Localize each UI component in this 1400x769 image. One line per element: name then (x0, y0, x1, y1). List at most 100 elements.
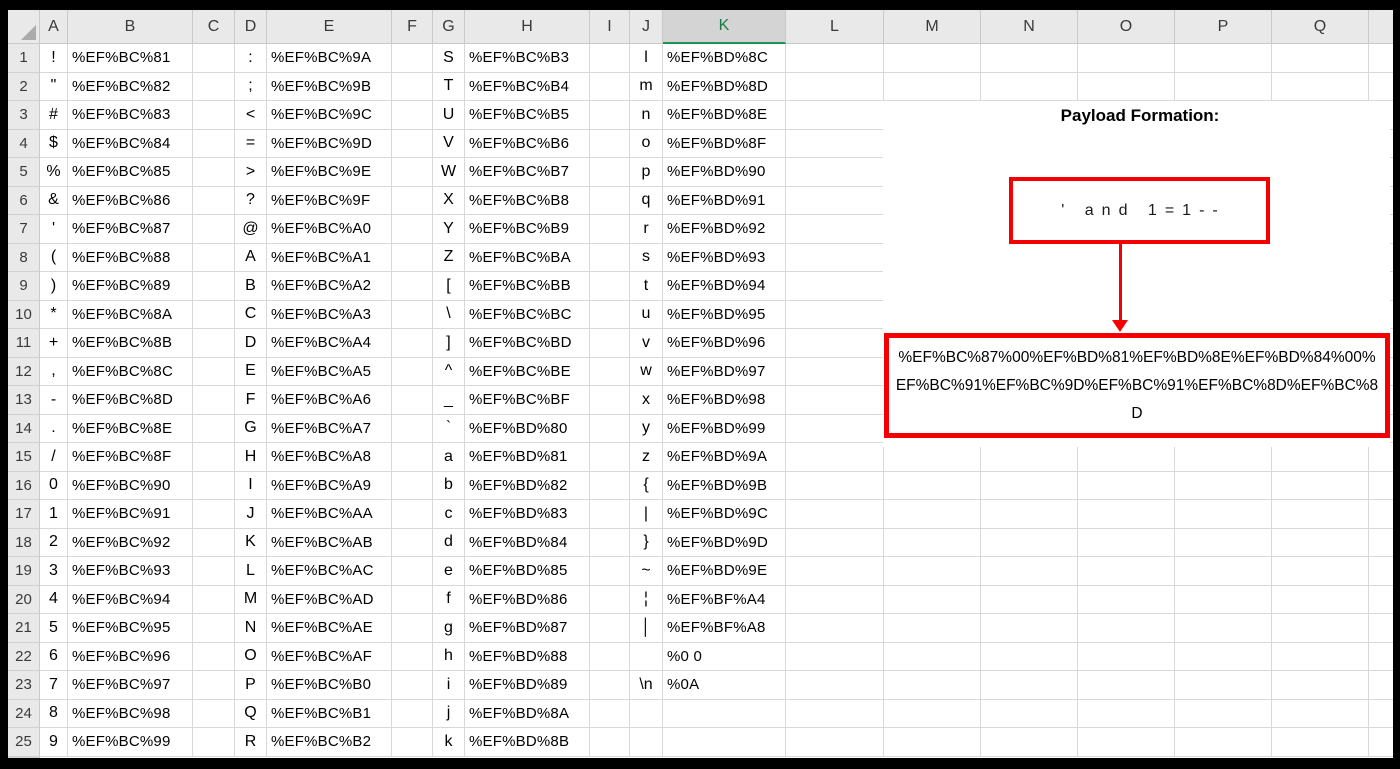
cell-Q24[interactable] (1272, 699, 1369, 728)
cell-N22[interactable] (981, 642, 1078, 671)
row-header-9[interactable]: 9 (8, 272, 40, 301)
cell-O17[interactable] (1078, 500, 1175, 529)
cell-C24[interactable] (193, 699, 235, 728)
cell-O21[interactable] (1078, 614, 1175, 643)
cell-K14[interactable]: %EF%BD%99 (663, 414, 786, 443)
cell-D1[interactable]: : (235, 44, 267, 73)
cell-H12[interactable]: %EF%BC%BE (465, 357, 590, 386)
cell-H19[interactable]: %EF%BD%85 (465, 557, 590, 586)
cell-N17[interactable] (981, 500, 1078, 529)
cell-C25[interactable] (193, 728, 235, 757)
payload-encoded-box[interactable]: %EF%BC%87%00%EF%BD%81%EF%BD%8E%EF%BD%84%… (884, 333, 1390, 438)
cell-K15[interactable]: %EF%BD%9A (663, 443, 786, 472)
cell-G23[interactable]: i (433, 671, 465, 700)
cell-M1[interactable] (884, 44, 981, 73)
cell-L24[interactable] (786, 699, 884, 728)
cell-D23[interactable]: P (235, 671, 267, 700)
cell-H18[interactable]: %EF%BD%84 (465, 528, 590, 557)
column-header-E[interactable]: E (267, 10, 392, 44)
cell-O18[interactable] (1078, 528, 1175, 557)
cell-J5[interactable]: p (630, 158, 663, 187)
cell-F10[interactable] (392, 300, 433, 329)
cell-A18[interactable]: 2 (40, 528, 68, 557)
column-header-I[interactable]: I (590, 10, 630, 44)
cell-B13[interactable]: %EF%BC%8D (68, 386, 193, 415)
cell-A10[interactable]: * (40, 300, 68, 329)
cell-I13[interactable] (590, 386, 630, 415)
cell-M17[interactable] (884, 500, 981, 529)
cell-E4[interactable]: %EF%BC%9D (267, 129, 392, 158)
cell-N18[interactable] (981, 528, 1078, 557)
cell-K24[interactable] (663, 699, 786, 728)
cell-L21[interactable] (786, 614, 884, 643)
cell-A25[interactable]: 9 (40, 728, 68, 757)
cell-K20[interactable]: %EF%BF%A4 (663, 585, 786, 614)
cell-H5[interactable]: %EF%BC%B7 (465, 158, 590, 187)
cell-J13[interactable]: x (630, 386, 663, 415)
cell-O2[interactable] (1078, 72, 1175, 101)
cell-M25[interactable] (884, 728, 981, 757)
column-header-O[interactable]: O (1078, 10, 1175, 44)
cell-G13[interactable]: _ (433, 386, 465, 415)
cell-I11[interactable] (590, 329, 630, 358)
cell-N2[interactable] (981, 72, 1078, 101)
row-header-22[interactable]: 22 (8, 642, 40, 671)
cell-L16[interactable] (786, 471, 884, 500)
cell-D22[interactable]: O (235, 642, 267, 671)
column-header-A[interactable]: A (40, 10, 68, 44)
cell-G12[interactable]: ^ (433, 357, 465, 386)
cell-H24[interactable]: %EF%BD%8A (465, 699, 590, 728)
cell-O15[interactable] (1078, 443, 1175, 472)
cell-G1[interactable]: S (433, 44, 465, 73)
cell-G2[interactable]: T (433, 72, 465, 101)
cell-N21[interactable] (981, 614, 1078, 643)
cell-J22[interactable] (630, 642, 663, 671)
cell-N23[interactable] (981, 671, 1078, 700)
cell-E7[interactable]: %EF%BC%A0 (267, 215, 392, 244)
row-header-24[interactable]: 24 (8, 699, 40, 728)
cell-I15[interactable] (590, 443, 630, 472)
column-header-F[interactable]: F (392, 10, 433, 44)
cell-E18[interactable]: %EF%BC%AB (267, 528, 392, 557)
cell-C20[interactable] (193, 585, 235, 614)
cell-H6[interactable]: %EF%BC%B8 (465, 186, 590, 215)
cell-J16[interactable]: { (630, 471, 663, 500)
cell-H10[interactable]: %EF%BC%BC (465, 300, 590, 329)
cell-K18[interactable]: %EF%BD%9D (663, 528, 786, 557)
cell-C23[interactable] (193, 671, 235, 700)
cell-B19[interactable]: %EF%BC%93 (68, 557, 193, 586)
cell-N16[interactable] (981, 471, 1078, 500)
cell-I8[interactable] (590, 243, 630, 272)
cell-Q23[interactable] (1272, 671, 1369, 700)
cell-A5[interactable]: % (40, 158, 68, 187)
cell-D4[interactable]: = (235, 129, 267, 158)
column-header-C[interactable]: C (193, 10, 235, 44)
cell-F24[interactable] (392, 699, 433, 728)
cell-H21[interactable]: %EF%BD%87 (465, 614, 590, 643)
cell-D6[interactable]: ? (235, 186, 267, 215)
cell-J18[interactable]: } (630, 528, 663, 557)
cell-J1[interactable]: l (630, 44, 663, 73)
cell-H2[interactable]: %EF%BC%B4 (465, 72, 590, 101)
cell-M18[interactable] (884, 528, 981, 557)
cell-I16[interactable] (590, 471, 630, 500)
cell-L15[interactable] (786, 443, 884, 472)
cell-D5[interactable]: > (235, 158, 267, 187)
cell-F22[interactable] (392, 642, 433, 671)
cell-B23[interactable]: %EF%BC%97 (68, 671, 193, 700)
cell-B5[interactable]: %EF%BC%85 (68, 158, 193, 187)
cell-G6[interactable]: X (433, 186, 465, 215)
column-header-P[interactable]: P (1175, 10, 1272, 44)
cell-B11[interactable]: %EF%BC%8B (68, 329, 193, 358)
cell-K8[interactable]: %EF%BD%93 (663, 243, 786, 272)
cell-I17[interactable] (590, 500, 630, 529)
cell-C15[interactable] (193, 443, 235, 472)
cell-D16[interactable]: I (235, 471, 267, 500)
row-header-18[interactable]: 18 (8, 528, 40, 557)
cell-M2[interactable] (884, 72, 981, 101)
row-header-23[interactable]: 23 (8, 671, 40, 700)
cell-O19[interactable] (1078, 557, 1175, 586)
cell-A24[interactable]: 8 (40, 699, 68, 728)
cell-F4[interactable] (392, 129, 433, 158)
cell-L10[interactable] (786, 300, 884, 329)
